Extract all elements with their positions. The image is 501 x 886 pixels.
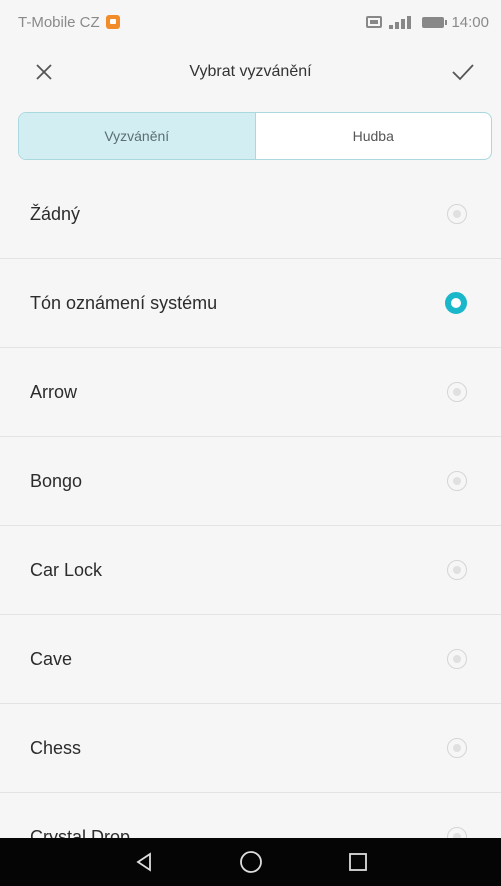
ringtone-label: Bongo [30, 470, 83, 491]
radio-button[interactable] [447, 738, 467, 758]
close-icon [36, 64, 52, 80]
radio-button[interactable] [447, 649, 467, 669]
list-item[interactable]: Car Lock [0, 526, 501, 615]
radio-button[interactable] [447, 471, 467, 491]
navigation-bar [0, 838, 501, 886]
status-icons: 14:00 [366, 14, 489, 31]
ringtone-label: Car Lock [30, 559, 103, 580]
checkmark-icon [452, 64, 474, 81]
sim-card-icon [366, 16, 383, 28]
ringtone-label: Arrow [30, 381, 78, 402]
back-triangle-icon [135, 852, 151, 872]
list-item[interactable]: Žádný [0, 170, 501, 259]
tab-label: Vyzvánění [104, 128, 170, 144]
list-item[interactable]: Tón oznámení systému [0, 259, 501, 348]
page-title: Vybrat vyzvánění [189, 63, 312, 80]
radio-button[interactable] [447, 560, 467, 580]
home-circle-icon [239, 851, 262, 873]
notification-icon [105, 15, 120, 29]
ringtone-label: Tón oznámení systému [30, 292, 218, 313]
recents-square-icon [348, 853, 367, 871]
tab-vyzvaneni[interactable]: Vyzvánění [19, 113, 256, 159]
carrier-group: T-Mobile CZ [18, 14, 120, 31]
ringtone-label: Chess [30, 737, 82, 758]
radio-button[interactable] [447, 204, 467, 224]
tab-hudba[interactable]: Hudba [256, 113, 492, 159]
radio-button-selected[interactable] [445, 292, 467, 314]
close-button[interactable] [30, 58, 58, 86]
clock: 14:00 [451, 13, 489, 31]
list-item[interactable]: Chess [0, 704, 501, 793]
status-bar: T-Mobile CZ 14:00 [0, 0, 501, 44]
signal-icon [389, 15, 415, 29]
tab-bar: Vyzvánění Hudba [18, 112, 492, 160]
screen: T-Mobile CZ 14:00 Vybrat vyzvánění Vyzvá… [0, 0, 501, 886]
list-item[interactable]: Cave [0, 615, 501, 704]
battery-icon [422, 16, 448, 28]
home-button[interactable] [231, 842, 271, 882]
list-item[interactable]: Bongo [0, 437, 501, 526]
recents-button[interactable] [338, 842, 378, 882]
ringtone-list: Žádný Tón oznámení systému Arrow Bongo C… [0, 170, 501, 882]
list-item[interactable]: Arrow [0, 348, 501, 437]
back-button[interactable] [124, 842, 164, 882]
confirm-button[interactable] [447, 58, 479, 86]
ringtone-label: Žádný [30, 203, 81, 224]
app-header: Vybrat vyzvánění [0, 44, 501, 100]
tab-label: Hudba [352, 128, 394, 144]
carrier-name: T-Mobile CZ [18, 13, 100, 31]
radio-button[interactable] [447, 382, 467, 402]
ringtone-label: Cave [30, 648, 73, 669]
